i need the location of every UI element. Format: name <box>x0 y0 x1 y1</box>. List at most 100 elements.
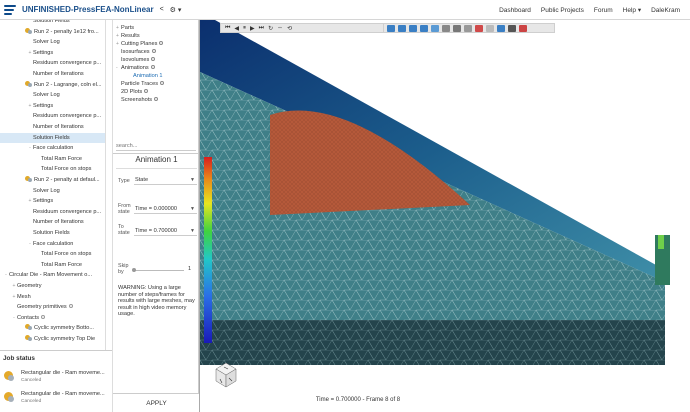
tree-item[interactable]: Solver Log <box>0 90 105 101</box>
bounce-icon[interactable]: ⇔ <box>277 25 283 31</box>
tools-icon[interactable] <box>519 24 527 32</box>
tree-item[interactable]: Solver Log <box>0 186 105 197</box>
tree-item[interactable]: Number of Iterations <box>0 69 105 80</box>
tree-item[interactable]: Solution Fields <box>0 228 105 239</box>
add-icon[interactable] <box>154 97 159 101</box>
nav-help[interactable]: Help ▾ <box>623 6 641 14</box>
tree-item[interactable]: - Circular Die - Ram Movement o... <box>0 270 105 281</box>
tree-item[interactable]: Cyclic symmetry Botto... <box>0 323 105 334</box>
orientation-cube-icon[interactable] <box>214 361 238 389</box>
search-input[interactable] <box>116 141 196 151</box>
from-state-select[interactable]: Time = 0.000000 ▼ <box>134 204 197 214</box>
tree-item[interactable]: Run 2 - penalty at defaul... <box>0 175 105 186</box>
tree-item[interactable]: Solver Log <box>0 37 105 48</box>
view-front-icon[interactable] <box>387 24 395 32</box>
add-icon[interactable] <box>160 81 164 85</box>
wireframe-icon[interactable] <box>464 24 472 32</box>
add-icon[interactable] <box>144 89 149 93</box>
view-back-icon[interactable] <box>398 24 406 32</box>
tree-item[interactable]: Number of Iterations <box>0 217 105 228</box>
tree-item[interactable]: + Mesh <box>0 292 105 303</box>
tree-item[interactable]: Run 2 - Lagrange, coln el... <box>0 80 105 91</box>
tree-item[interactable]: Total Ram Force <box>0 260 105 271</box>
highlight-icon[interactable] <box>475 24 483 32</box>
play-icon[interactable]: ▶ <box>250 25 255 32</box>
tree-item[interactable]: Residuum convergence p... <box>0 111 105 122</box>
post-tree-item-label: Cutting Planes <box>121 41 158 47</box>
reset-icon[interactable] <box>486 24 494 32</box>
to-state-select[interactable]: Time = 0.700000 ▼ <box>134 226 197 236</box>
tree-item[interactable]: Geometry primitives <box>0 302 105 313</box>
nav-forum[interactable]: Forum <box>594 7 613 14</box>
tree-item[interactable]: Residuum convergence p... <box>0 207 105 218</box>
tree-item[interactable]: Total Ram Force <box>0 154 105 165</box>
axis-icon[interactable] <box>497 24 505 32</box>
surface-icon[interactable] <box>442 24 450 32</box>
tree-item[interactable]: + Settings <box>0 196 105 207</box>
job-item[interactable]: Rectangular die - Ram moveme... Canceled <box>4 369 110 386</box>
loop-icon[interactable]: ↻ <box>268 25 273 32</box>
skip-by-label: Skip by <box>118 263 129 276</box>
tree-item[interactable]: Solution Fields <box>0 20 105 27</box>
nav-public-projects[interactable]: Public Projects <box>541 7 584 14</box>
tree-item[interactable]: Cyclic symmetry Top Die <box>0 334 105 345</box>
view-right-icon[interactable] <box>420 24 428 32</box>
post-tree-item[interactable]: Animation 1 <box>116 72 200 80</box>
tree-item[interactable]: + Settings <box>0 48 105 59</box>
add-icon[interactable] <box>150 65 155 69</box>
tree-item[interactable]: Number of Iterations <box>0 122 105 133</box>
skip-by-slider[interactable] <box>134 270 184 271</box>
type-select[interactable]: State ▼ <box>134 175 197 185</box>
tree-item[interactable]: Total Force on stops <box>0 249 105 260</box>
3d-viewport[interactable]: ⏮ ◀ ⏸ ▶ ⏭ ↻ ⇔ ⟲ Time = 0.700000 - Frame … <box>199 20 690 412</box>
post-tree-item[interactable]: + Results <box>116 32 200 40</box>
add-icon[interactable] <box>41 314 46 319</box>
tree-item[interactable]: Run 2 - penalty 1e12 fro... <box>0 27 105 38</box>
pause-icon[interactable]: ⏸ <box>243 25 246 32</box>
tree-item-label: Solution Fields <box>33 20 70 24</box>
tree-item[interactable]: Residuum convergence p... <box>0 58 105 69</box>
tree-item[interactable]: Solution Fields <box>0 132 105 144</box>
post-tree-item[interactable]: 2D Plots <box>116 88 200 96</box>
tree-item[interactable]: Total Force on stops <box>0 164 105 175</box>
add-icon[interactable] <box>151 57 156 61</box>
view-left-icon[interactable] <box>409 24 417 32</box>
center-icon[interactable] <box>508 24 516 32</box>
surface-edges-icon[interactable] <box>453 24 461 32</box>
nav-user[interactable]: DaleKram <box>651 7 680 14</box>
apply-button[interactable]: APPLY <box>113 393 200 412</box>
post-tree-item[interactable]: Screenshots <box>116 96 200 104</box>
post-tree-item[interactable]: - Animations <box>116 64 200 72</box>
chevron-down-icon: ▼ <box>190 177 195 183</box>
tree-item[interactable]: + Settings <box>0 101 105 112</box>
last-frame-icon[interactable]: ⏭ <box>259 25 264 32</box>
first-frame-icon[interactable]: ⏮ <box>225 25 230 32</box>
app-logo-icon[interactable] <box>4 4 16 16</box>
tree-item-label: Cyclic symmetry Botto... <box>34 325 94 332</box>
skip-by-value[interactable]: 1 <box>188 266 191 272</box>
post-tree-item[interactable]: Isovolumes <box>116 56 200 64</box>
view-top-icon[interactable] <box>431 24 439 32</box>
post-tree-item[interactable]: + Parts <box>116 24 200 32</box>
add-icon[interactable] <box>159 41 164 45</box>
job-item[interactable]: Rectangular die - Ram moveme... Canceled <box>4 390 110 407</box>
nav-dashboard[interactable]: Dashboard <box>499 7 531 14</box>
tree-item[interactable]: - Contacts <box>0 313 105 324</box>
add-icon[interactable] <box>151 49 156 53</box>
speed-icon[interactable]: ⟲ <box>287 25 292 32</box>
post-tree-item[interactable]: Particle Traces <box>116 80 200 88</box>
from-state-value: Time = 0.000000 <box>135 206 177 212</box>
add-icon[interactable] <box>68 304 73 309</box>
slider-handle[interactable] <box>132 268 136 272</box>
settings-gear-icon[interactable]: ⚙ ▾ <box>170 6 182 14</box>
post-tree-item[interactable]: Isosurfaces <box>116 48 200 56</box>
share-icon[interactable]: < <box>160 6 164 13</box>
tree-item[interactable]: - Face calculation <box>0 143 105 154</box>
from-state-label: From state <box>118 203 131 216</box>
tree-item[interactable]: - Face calculation <box>0 239 105 250</box>
run-icon <box>25 335 32 341</box>
play-back-icon[interactable]: ◀ <box>234 25 239 32</box>
post-tree-item[interactable]: + Cutting Planes <box>116 40 200 48</box>
tree-item[interactable]: + Geometry <box>0 281 105 292</box>
fea-mesh-render[interactable] <box>200 20 690 412</box>
